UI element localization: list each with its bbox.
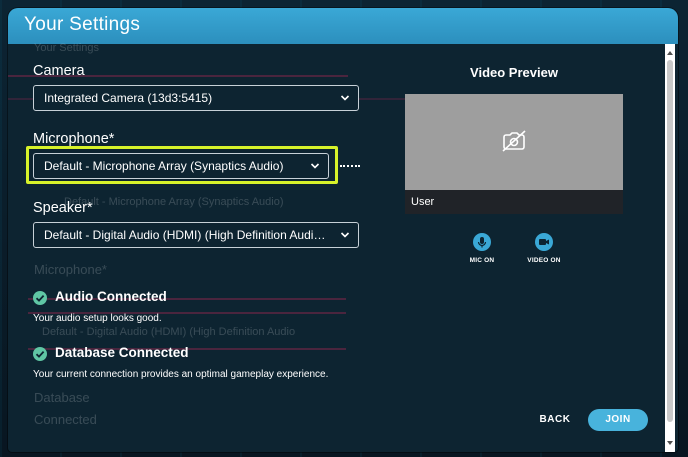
microphone-label: Microphone* [33,131,115,147]
video-preview-title: Video Preview [470,65,558,80]
video-toggle[interactable]: VIDEO ON [524,233,564,264]
join-button[interactable]: JOIN [588,409,648,431]
preview-user-name: User [411,196,435,208]
chevron-down-icon [310,163,320,169]
ghost-speaker-value: Default - Digital Audio (HDMI) (High Def… [42,326,296,338]
scroll-up-icon[interactable] [665,48,675,58]
ghost-mic-label: Microphone* [34,262,107,277]
mic-toggle-label: MIC ON [469,257,495,264]
speaker-label: Speaker* [33,200,93,216]
camera-select[interactable]: Integrated Camera (13d3:5415) [33,85,359,111]
microphone-select[interactable]: Default - Microphone Array (Synaptics Au… [33,153,329,179]
scroll-down-icon[interactable] [665,438,675,448]
camera-select-value: Integrated Camera (13d3:5415) [44,91,213,105]
modal-header: Your Settings [8,8,678,44]
ghost-mic-value: Default - Microphone Array (Synaptics Au… [64,196,284,208]
mic-toggle[interactable]: MIC ON [462,233,502,264]
modal-title: Your Settings [24,14,141,35]
speaker-select[interactable]: Default - Digital Audio (HDMI) (High Def… [33,222,359,248]
ghost-extra: Database [34,390,90,405]
chevron-down-icon [340,232,350,238]
chevron-down-icon [340,95,350,101]
video-toggle-label: VIDEO ON [527,257,561,264]
audio-status-desc: Your audio setup looks good. [33,313,162,324]
microphone-icon [473,233,491,251]
ghost-extra: Connected [34,412,97,427]
video-preview [405,94,623,190]
check-circle-icon [33,291,47,305]
microphone-select-value: Default - Microphone Array (Synaptics Au… [44,159,284,173]
database-status-desc: Your current connection provides an opti… [33,369,329,380]
camera-off-icon [502,130,526,152]
video-camera-icon [535,233,553,251]
check-circle-icon [33,347,47,361]
database-status-title: Database Connected [55,345,189,360]
dotted-connector [340,165,360,167]
camera-label: Camera [33,63,85,79]
scrollbar-thumb[interactable] [667,60,673,422]
back-button[interactable]: BACK [532,410,578,430]
speaker-select-value: Default - Digital Audio (HDMI) (High Def… [44,228,334,242]
audio-status-title: Audio Connected [55,289,167,304]
ghost-subtitle: Your Settings [34,42,100,54]
preview-user-bar: User [405,190,623,214]
settings-modal: Your Settings Your Settings Default - Mi… [8,8,678,452]
